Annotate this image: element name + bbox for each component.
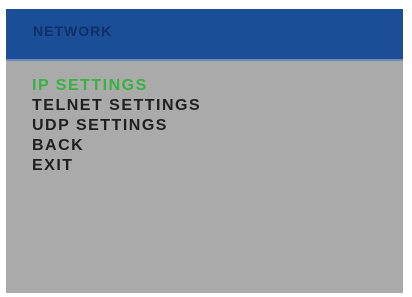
menu-item-udp-settings[interactable]: UDP SETTINGS	[32, 116, 201, 136]
menu-item-telnet-settings[interactable]: TELNET SETTINGS	[32, 96, 201, 116]
network-menu-screen: NETWORK IP SETTINGS TELNET SETTINGS UDP …	[6, 9, 403, 293]
menu-item-exit[interactable]: EXIT	[32, 156, 201, 176]
title-bar: NETWORK	[6, 9, 403, 61]
menu-item-back[interactable]: BACK	[32, 136, 201, 156]
menu-item-ip-settings[interactable]: IP SETTINGS	[32, 76, 201, 96]
network-menu: IP SETTINGS TELNET SETTINGS UDP SETTINGS…	[32, 76, 201, 176]
page-title: NETWORK	[33, 23, 113, 39]
